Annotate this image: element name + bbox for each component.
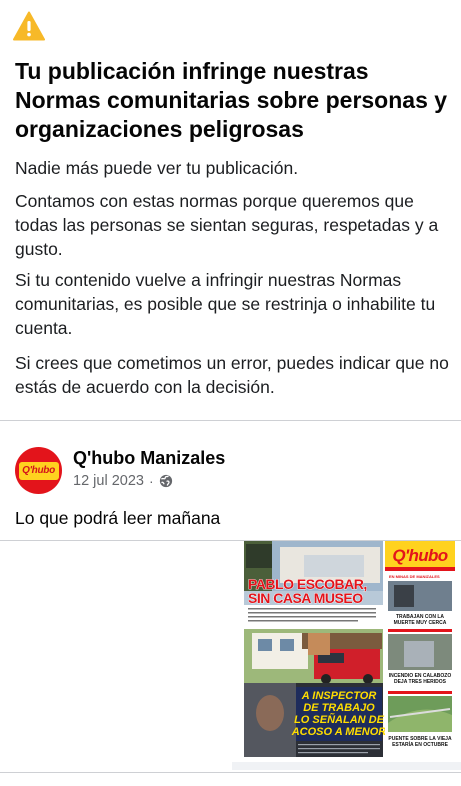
image-shadow [232,762,461,770]
newspaper-masthead: Q'hubo [392,546,447,565]
newspaper-headline-inspector: A INSPECTOR [301,690,377,702]
newspaper-headline-inspector: ACOSO A MENOR [291,726,387,738]
newspaper-cover-image[interactable]: PABLO ESCOBAR, SIN CASA MUSEO A INSPECTO… [244,541,455,757]
newspaper-headline-inspector: DE TRABAJO [303,702,375,714]
avatar-logo-text: Q'hubo [18,461,59,480]
divider [0,420,461,421]
post-date[interactable]: 12 jul 2023 [73,473,144,489]
violation-notice: Tu publicación infringe nuestras Normas … [0,0,461,420]
globe-icon [159,474,172,488]
newspaper-headline-main: SIN CASA MUSEO [248,590,363,606]
post-meta: 12 jul 2023 · [73,473,173,489]
notice-paragraph: Nadie más puede ver tu publicación. [15,158,299,178]
newspaper-side-story-2: DEJA TRES HERIDOS [394,679,447,685]
notice-paragraph: Contamos con estas normas porque queremo… [15,191,439,259]
post-caption: Lo que podrá leer mañana [15,508,221,528]
newspaper-side-story-3: ESTARÍA EN OCTUBRE [392,740,449,748]
newspaper-side-label: EN MINAS DE MANIZALES [389,574,440,579]
avatar[interactable]: Q'hubo [15,447,62,494]
page-name[interactable]: Q'hubo Manizales [73,448,225,469]
notice-title: Tu publicación infringe nuestras Normas … [15,58,448,142]
meta-separator: · [148,473,154,489]
warning-icon [13,11,45,41]
notice-paragraph[interactable]: Si crees que cometimos un error, puedes … [15,351,450,399]
newspaper-side-story-1: MUERTE MUY CERCA [394,620,447,626]
post-header: Q'hubo Q'hubo Manizales 12 jul 2023 · [0,438,461,498]
divider [0,772,461,773]
newspaper-headline-inspector: LO SEÑALAN DE [294,713,385,726]
notice-paragraph: Si tu contenido vuelve a infringir nuest… [15,270,436,338]
